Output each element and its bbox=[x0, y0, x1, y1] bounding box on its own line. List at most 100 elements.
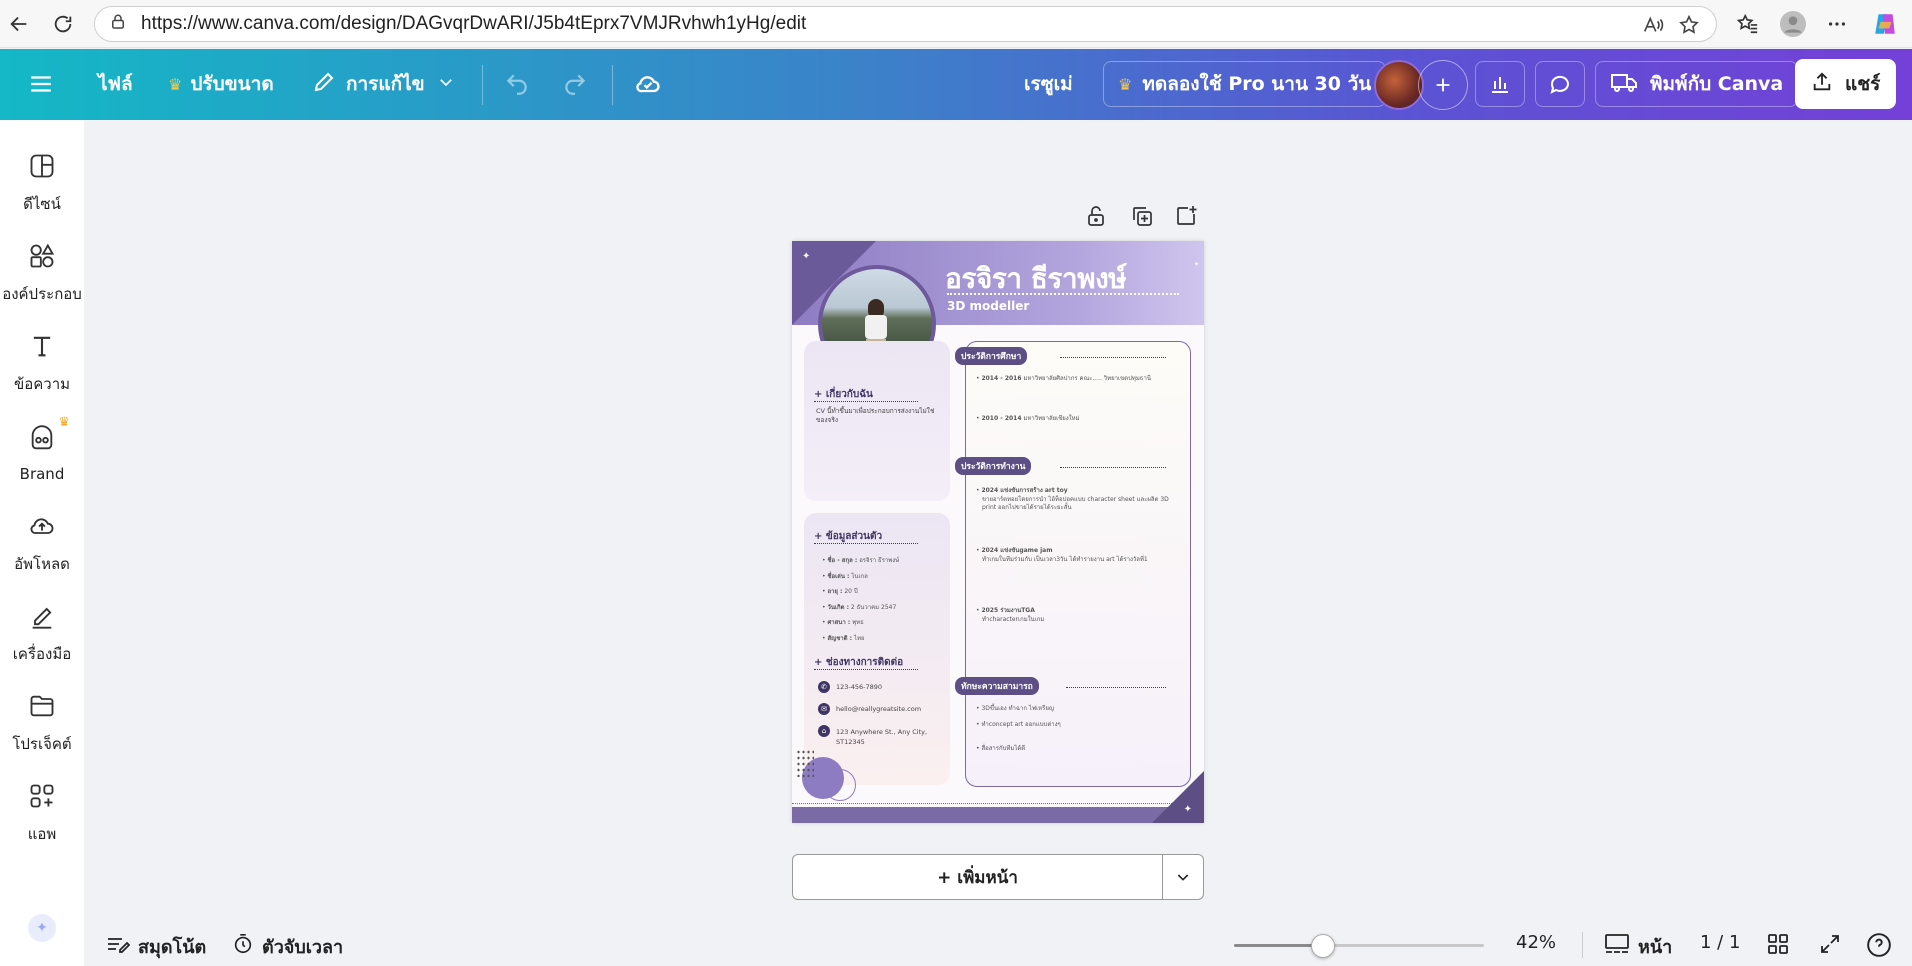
more-icon[interactable] bbox=[1822, 10, 1852, 38]
sidebar-item-text[interactable]: ข้อความ bbox=[0, 322, 84, 406]
work-desc[interactable]: ขายอาร์ตทอยโดยการนำ ไอ้ท็อปอคแบบ charact… bbox=[976, 496, 1172, 513]
edu-text[interactable]: มหาวิทยาลัยเชียงใหม่ bbox=[1023, 415, 1079, 422]
design-title[interactable]: เรซูเม่ bbox=[1024, 61, 1073, 107]
personal-value[interactable]: พุทธ bbox=[852, 619, 864, 626]
projects-icon bbox=[28, 692, 56, 724]
comment-icon[interactable] bbox=[1535, 61, 1585, 107]
address-bar[interactable]: https://www.canva.com/design/DAGvqrDwARI… bbox=[94, 6, 1717, 42]
magic-assistant-icon[interactable]: ✦ bbox=[28, 914, 56, 942]
fullscreen-icon[interactable] bbox=[1818, 932, 1842, 956]
work-title[interactable]: 2024 แข่งขันการสร้าง art toy bbox=[981, 487, 1067, 494]
personal-value[interactable]: ไทย bbox=[854, 635, 865, 642]
edu-year[interactable]: 2014 - 2016 bbox=[981, 375, 1021, 382]
grid-view-icon[interactable] bbox=[1766, 932, 1790, 956]
pro-trial-button[interactable]: ♛ ทดลองใช้ Pro นาน 30 วัน bbox=[1103, 61, 1387, 107]
chevron-down-icon[interactable] bbox=[1163, 855, 1203, 899]
read-aloud-icon[interactable] bbox=[1642, 14, 1664, 40]
contact-address[interactable]: 123 Anywhere St., Any City, ST12345 bbox=[836, 727, 944, 747]
bottom-bar: สมุดโน้ต ตัวจับเวลา 42% หน้า 1 / 1 bbox=[84, 922, 1912, 966]
edu-year[interactable]: 2010 - 2014 bbox=[981, 415, 1021, 422]
add-page-icon[interactable] bbox=[1174, 204, 1198, 232]
contact-heading[interactable]: + ช่องทางการติดต่อ bbox=[814, 655, 903, 670]
editing-mode-button[interactable]: การแก้ไข bbox=[312, 61, 455, 107]
sidebar-item-upload[interactable]: อัพโหลด bbox=[0, 502, 84, 586]
site-info-icon[interactable] bbox=[109, 13, 127, 35]
personal-value[interactable]: 2 ธันวาคม 2547 bbox=[851, 604, 896, 611]
duplicate-page-icon[interactable] bbox=[1130, 204, 1154, 232]
elements-icon bbox=[28, 242, 56, 274]
personal-value[interactable]: 20 ปี bbox=[844, 588, 857, 595]
personal-key: สัญชาติ : bbox=[827, 634, 853, 642]
redo-icon[interactable] bbox=[562, 61, 588, 107]
divider bbox=[814, 401, 918, 402]
pages-button[interactable]: หน้า bbox=[1604, 932, 1672, 961]
about-heading[interactable]: + เกี่ยวกับฉัน bbox=[814, 387, 873, 402]
add-page-control: + เพิ่มหน้า bbox=[792, 854, 1204, 900]
print-with-canva-button[interactable]: พิมพ์กับ Canva bbox=[1595, 61, 1799, 107]
education-heading[interactable]: ประวัติการศึกษา bbox=[955, 347, 1028, 365]
skill-item: • สื่อสารกับทีมได้ดี bbox=[976, 745, 1026, 752]
zoom-slider-thumb[interactable] bbox=[1310, 934, 1335, 958]
avatar[interactable] bbox=[1374, 60, 1424, 110]
work-title[interactable]: 2024 แข่งขันgame jam bbox=[981, 547, 1052, 554]
work-heading[interactable]: ประวัติการทำงาน bbox=[955, 457, 1032, 475]
sidebar-item-elements[interactable]: องค์ประกอบ bbox=[0, 232, 84, 316]
divider bbox=[792, 803, 1204, 804]
notes-button[interactable]: สมุดโน้ต bbox=[106, 932, 206, 961]
contact-email[interactable]: hello@reallygreatsite.com bbox=[836, 705, 921, 713]
resume-title[interactable]: 3D modeller bbox=[947, 299, 1029, 313]
undo-icon[interactable] bbox=[504, 61, 530, 107]
sidebar-item-label: อัพโหลด bbox=[14, 555, 70, 573]
add-collaborator-icon[interactable] bbox=[1418, 60, 1468, 110]
contact-phone[interactable]: 123-456-7890 bbox=[836, 683, 882, 691]
sidebar-item-brand[interactable]: ♛ Brand bbox=[0, 412, 84, 496]
work-title[interactable]: 2025 ร่วมงานTGA bbox=[981, 607, 1034, 614]
edu-text[interactable]: มหาวิทยาลัยศิลปากร คณะ..... วิทยาเขตปทุม… bbox=[1023, 375, 1150, 382]
zoom-slider[interactable] bbox=[1234, 934, 1484, 958]
skills-heading[interactable]: ทักษะความสามารถ bbox=[955, 677, 1039, 695]
back-icon[interactable] bbox=[4, 10, 34, 38]
sparkle-icon: ✦ bbox=[1194, 261, 1200, 268]
personal-value[interactable]: ไนเกล bbox=[851, 573, 867, 580]
about-text[interactable]: CV นี้ทำขึ้นมาเพื่อประกอบการส่งงานไม่ใช่… bbox=[816, 407, 942, 425]
favorites-icon[interactable] bbox=[1733, 10, 1763, 38]
skill-text[interactable]: 3Dขึ้นเอง ทำฉาก ไฟเหรียญ bbox=[981, 705, 1054, 712]
pages-icon bbox=[1604, 933, 1630, 960]
resize-button[interactable]: ♛ ปรับขนาด bbox=[168, 61, 274, 107]
work-desc[interactable]: ทำเกมในทีมร่วมกับ เป็นเวลา3วัน ได้ทำรายง… bbox=[976, 556, 1172, 565]
sidebar-item-apps[interactable]: แอพ bbox=[0, 772, 84, 856]
help-icon[interactable] bbox=[1866, 932, 1892, 958]
skill-text[interactable]: สื่อสารกับทีมได้ดี bbox=[981, 745, 1025, 752]
sidebar-item-label: ข้อความ bbox=[13, 375, 71, 393]
insights-icon[interactable] bbox=[1475, 61, 1525, 107]
sidebar-item-design[interactable]: ดีไซน์ bbox=[0, 142, 84, 226]
add-page-button[interactable]: + เพิ่มหน้า bbox=[793, 855, 1163, 899]
design-page[interactable]: ✦ ✦ อรจิรา ธีราพงษ์ 3D modeller + เกี่ยว… bbox=[792, 241, 1204, 823]
personal-key: อายุ : bbox=[827, 588, 843, 596]
skill-text[interactable]: ทำconcept art ออกแบบต่างๆ bbox=[981, 721, 1060, 728]
personal-value[interactable]: อรจิรา ธีราพงษ์ bbox=[859, 557, 899, 564]
chevron-down-icon bbox=[437, 73, 455, 96]
divider bbox=[1060, 467, 1166, 468]
menu-icon[interactable] bbox=[28, 61, 54, 107]
share-button[interactable]: แชร์ bbox=[1795, 59, 1897, 109]
favorite-star-icon[interactable] bbox=[1678, 14, 1700, 40]
reload-icon[interactable] bbox=[48, 10, 78, 38]
copilot-icon[interactable] bbox=[1870, 10, 1900, 38]
personal-heading[interactable]: + ข้อมูลส่วนตัว bbox=[814, 529, 882, 544]
zoom-percentage[interactable]: 42% bbox=[1516, 932, 1556, 953]
cloud-saved-icon[interactable] bbox=[634, 61, 662, 107]
sidebar-item-tools[interactable]: เครื่องมือ bbox=[0, 592, 84, 676]
left-sidebar: ดีไซน์ องค์ประกอบ ข้อความ ♛ Brand อัพโหล… bbox=[0, 120, 84, 966]
work-desc[interactable]: ทำcharacterเกมในเกม bbox=[976, 616, 1172, 625]
pencil-icon bbox=[312, 70, 336, 99]
brand-icon: ♛ bbox=[28, 415, 70, 457]
sidebar-item-projects[interactable]: โปรเจ็คต์ bbox=[0, 682, 84, 766]
share-label: แชร์ bbox=[1845, 73, 1881, 95]
file-menu[interactable]: ไฟล์ bbox=[98, 61, 133, 107]
timer-button[interactable]: ตัวจับเวลา bbox=[232, 932, 343, 961]
url-text[interactable]: https://www.canva.com/design/DAGvqrDwARI… bbox=[141, 13, 806, 35]
profile-icon[interactable] bbox=[1778, 10, 1808, 38]
sidebar-item-label: โปรเจ็คต์ bbox=[12, 735, 72, 753]
lock-icon[interactable] bbox=[1084, 204, 1108, 232]
